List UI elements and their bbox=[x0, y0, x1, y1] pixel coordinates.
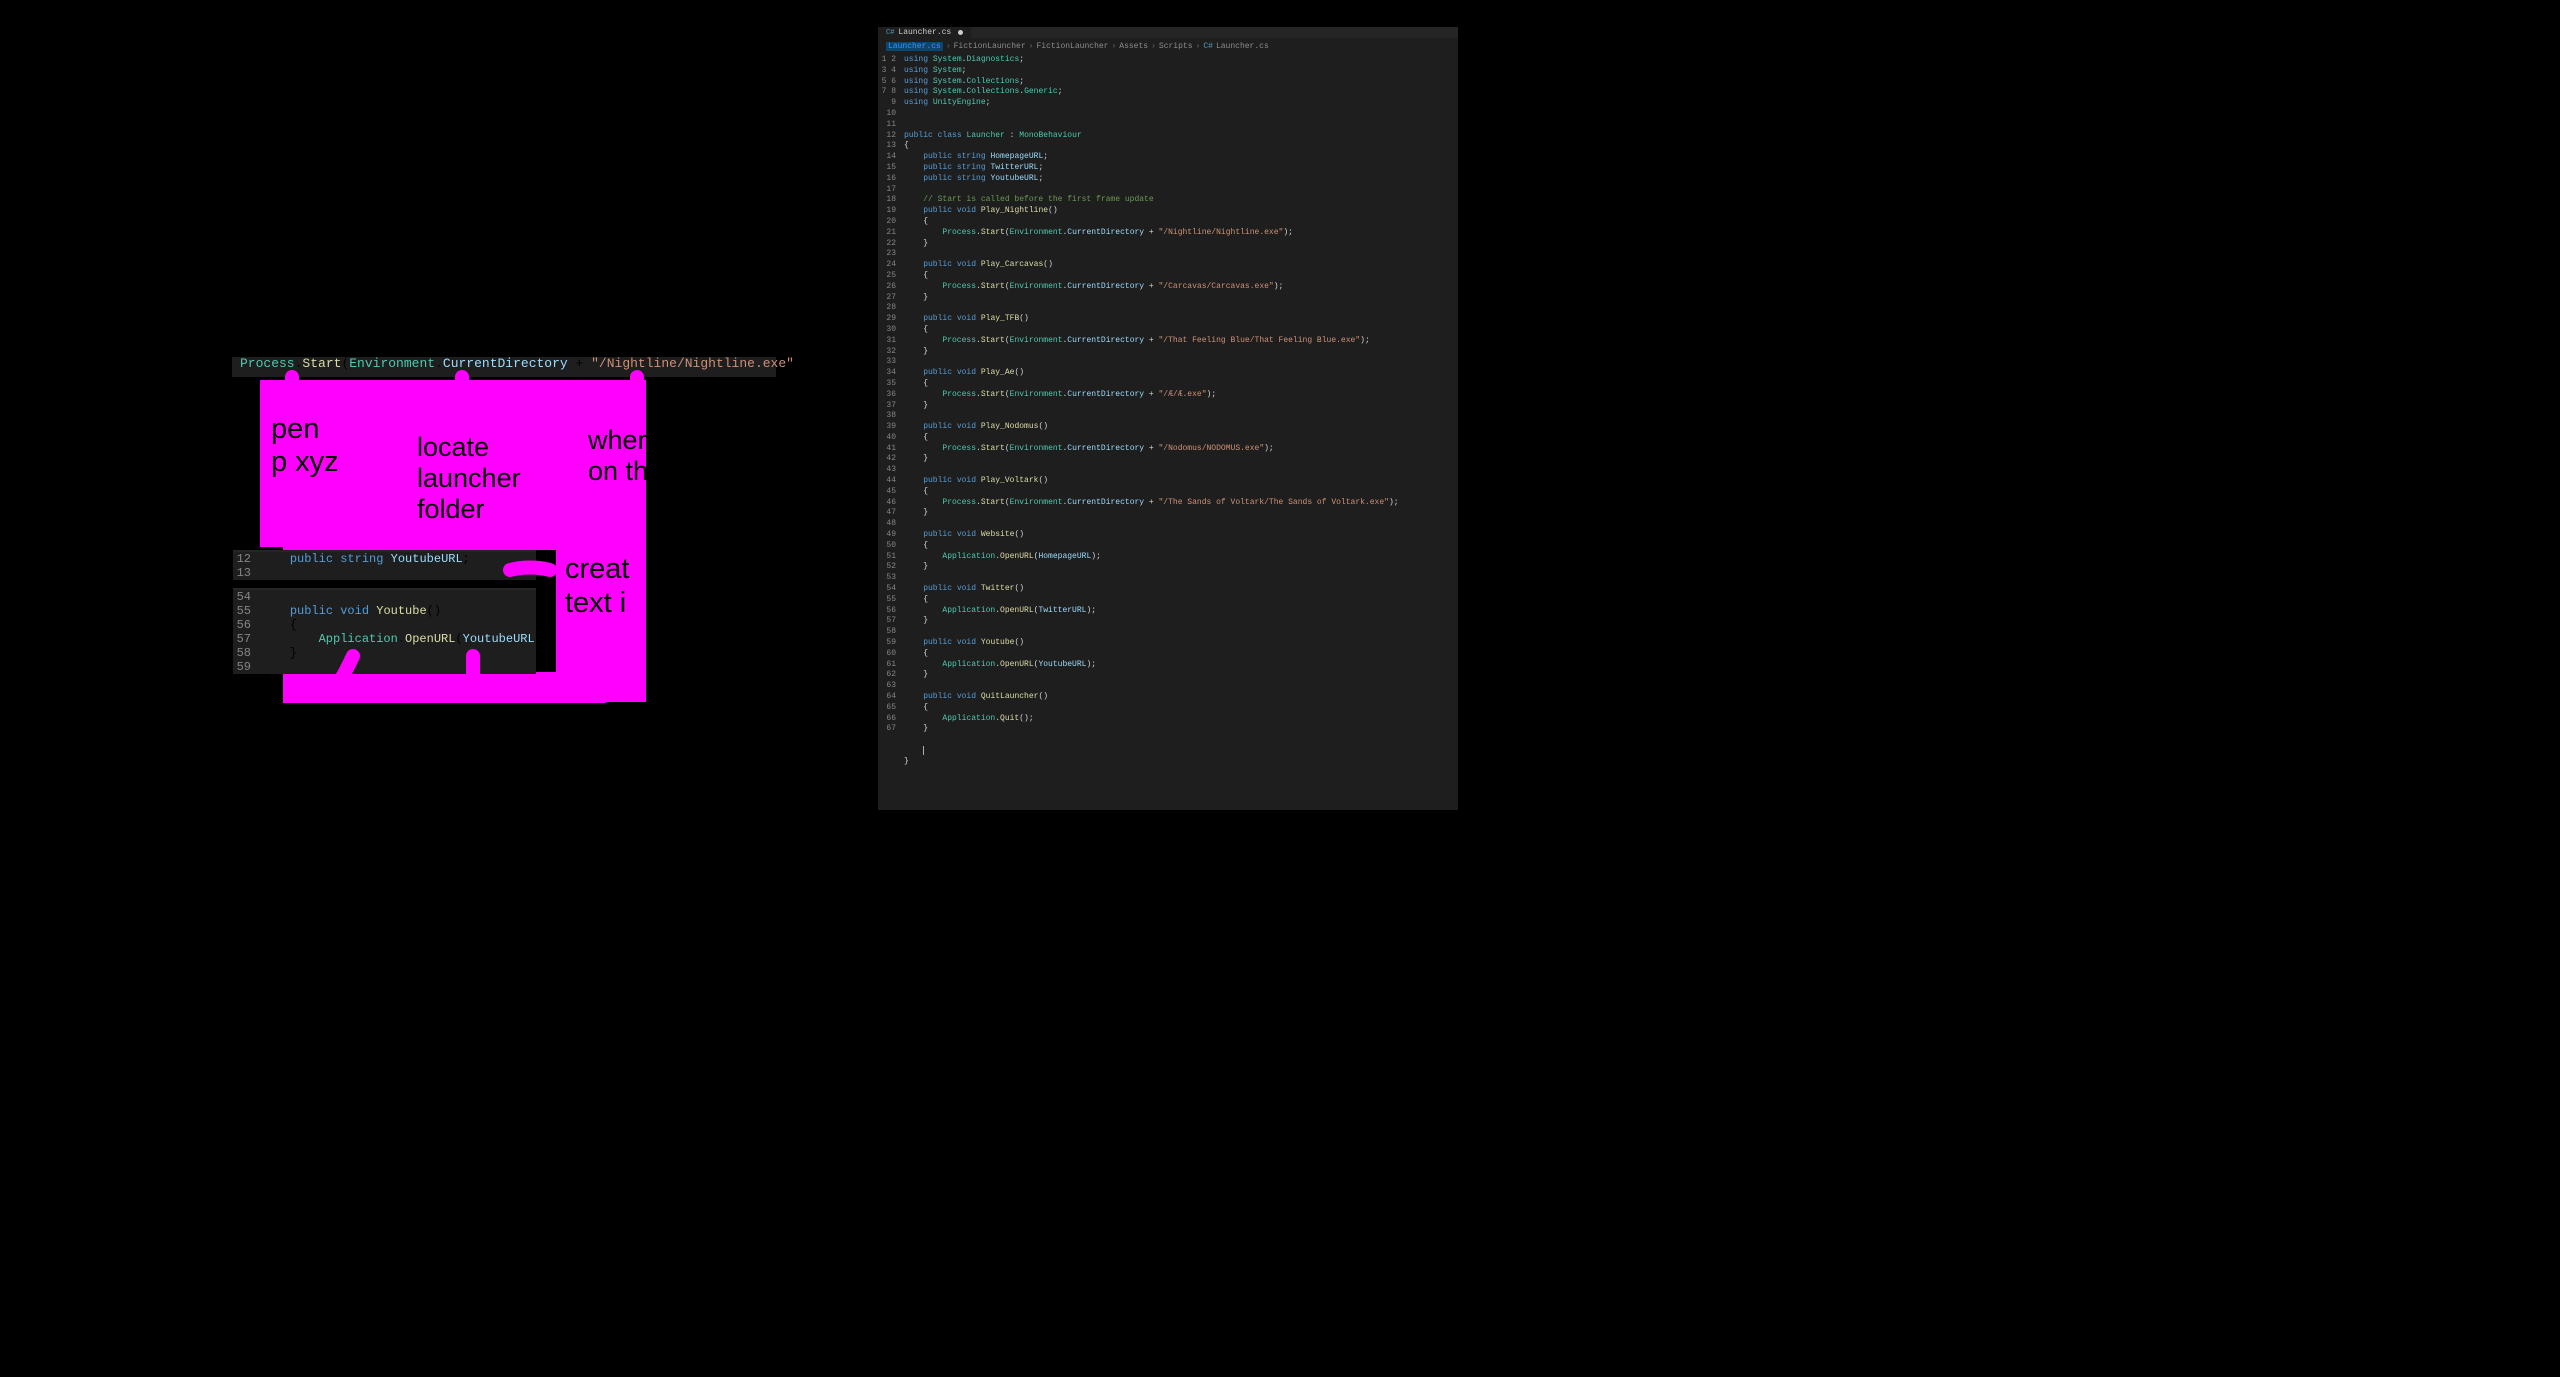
annotation-code-snippet-youtube-method: 5455 public void Youtube()56 {57 Applica… bbox=[233, 588, 536, 674]
annotation-code-snippet-youtubeurl: 12 public string YoutubeURL;13 bbox=[233, 550, 536, 580]
code-content[interactable]: using System.Diagnostics; using System; … bbox=[904, 54, 1458, 810]
code-editor: C# Launcher.cs Launcher.cs › FictionLaun… bbox=[878, 27, 1458, 810]
csharp-file-icon: C# bbox=[886, 29, 894, 37]
chevron-right-icon: › bbox=[1111, 42, 1116, 51]
csharp-file-icon: C# bbox=[1203, 42, 1213, 51]
annotation-label-locate: locate launcher folder bbox=[417, 432, 521, 525]
breadcrumb-highlighted: Launcher.cs bbox=[886, 42, 943, 51]
chevron-right-icon: › bbox=[1151, 42, 1156, 51]
annotation-highlight bbox=[283, 672, 606, 703]
breadcrumb-part: Launcher.cs bbox=[1216, 42, 1269, 51]
breadcrumb-part: Assets bbox=[1119, 42, 1148, 51]
tab-label: Launcher.cs bbox=[898, 28, 951, 37]
chevron-right-icon: › bbox=[1029, 42, 1034, 51]
breadcrumb[interactable]: Launcher.cs › FictionLauncher › FictionL… bbox=[878, 38, 1458, 54]
breadcrumb-part: FictionLauncher bbox=[1036, 42, 1108, 51]
annotation-label-create: creat text i bbox=[565, 552, 629, 620]
tab-bar: C# Launcher.cs bbox=[878, 27, 1458, 38]
annotation-label-where: wher on th bbox=[588, 425, 648, 487]
dirty-indicator-icon bbox=[958, 30, 963, 35]
annotation-label-open: pen p xyz bbox=[271, 413, 339, 479]
line-number-gutter: 1 2 3 4 5 6 7 8 9 10 11 12 13 14 15 16 1… bbox=[878, 54, 904, 810]
annotation-code-snippet-top: Process.Start(Environment.CurrentDirecto… bbox=[232, 357, 776, 377]
code-area[interactable]: 1 2 3 4 5 6 7 8 9 10 11 12 13 14 15 16 1… bbox=[878, 54, 1458, 810]
chevron-right-icon: › bbox=[946, 42, 951, 51]
breadcrumb-part: Scripts bbox=[1159, 42, 1193, 51]
tab-launcher[interactable]: C# Launcher.cs bbox=[878, 27, 971, 38]
breadcrumb-part: FictionLauncher bbox=[954, 42, 1026, 51]
chevron-right-icon: › bbox=[1196, 42, 1201, 51]
